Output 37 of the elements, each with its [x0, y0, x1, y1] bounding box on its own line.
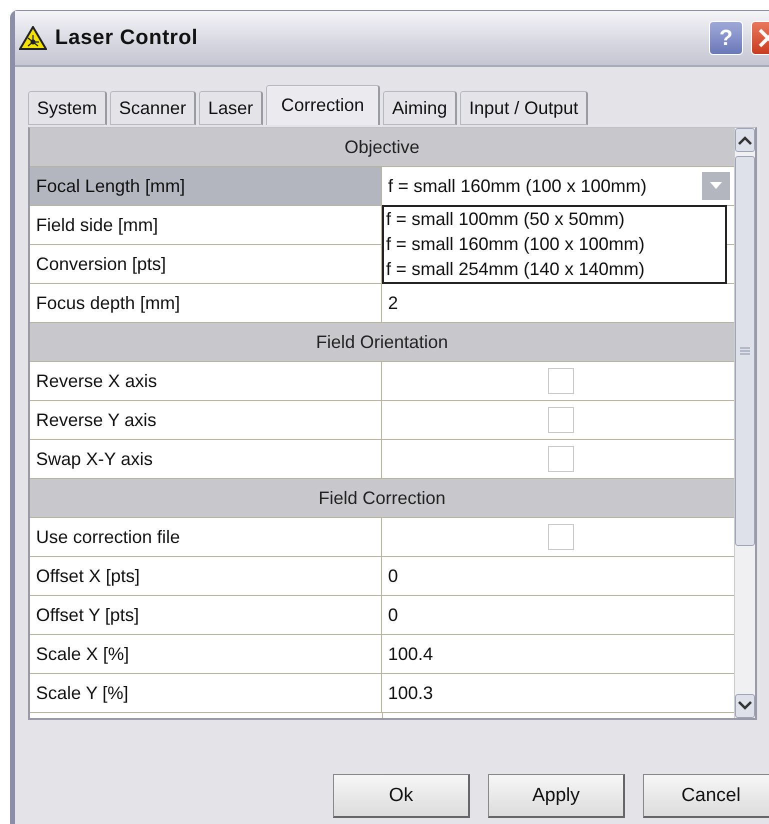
- checkbox[interactable]: [548, 407, 574, 433]
- tab[interactable]: Input / Output: [460, 91, 588, 125]
- property-label[interactable]: Focal Length [mm]: [30, 167, 382, 205]
- scrollbar[interactable]: [734, 128, 755, 718]
- dropdown-value: f = small 160mm (100 x 100mm): [388, 176, 647, 196]
- section-header: Objective: [30, 128, 734, 167]
- section-header: Field Orientation: [30, 323, 734, 362]
- cell-value[interactable]: 100.4: [388, 644, 434, 664]
- scroll-up-button[interactable]: [735, 128, 755, 152]
- dialog-button[interactable]: Ok: [333, 774, 470, 818]
- cell-value[interactable]: 0: [388, 604, 398, 626]
- chevron-up-icon: [738, 135, 752, 145]
- checkbox[interactable]: [548, 368, 574, 394]
- dialog-button[interactable]: Apply: [488, 774, 625, 818]
- cell-value[interactable]: 2: [388, 292, 398, 314]
- dropdown-option[interactable]: f = small 160mm (100 x 100mm): [386, 232, 723, 257]
- tab[interactable]: Scanner: [110, 91, 196, 125]
- tab[interactable]: Laser: [199, 91, 264, 125]
- caret-down-icon: [710, 182, 722, 190]
- tab[interactable]: System: [28, 91, 108, 125]
- checkbox[interactable]: [548, 524, 574, 550]
- dropdown-option[interactable]: f = small 100mm (50 x 50mm): [386, 207, 723, 232]
- cell-value[interactable]: 0: [388, 566, 398, 586]
- tab[interactable]: Correction: [266, 85, 380, 125]
- tab[interactable]: Aiming: [383, 91, 458, 125]
- grip-icon: [740, 347, 750, 355]
- scroll-thumb[interactable]: [735, 156, 755, 546]
- section-header: Field Correction: [30, 479, 734, 518]
- window-title: Laser Control: [55, 26, 200, 50]
- dialog-button[interactable]: Cancel: [643, 774, 769, 818]
- cell-value[interactable]: 100.3: [388, 682, 434, 704]
- dropdown-button[interactable]: [702, 172, 730, 200]
- dropdown-option[interactable]: f = small 254mm (140 x 140mm): [386, 257, 723, 282]
- scroll-down-button[interactable]: [735, 694, 755, 718]
- laser-warning-icon: [19, 26, 47, 50]
- chevron-down-icon: [738, 701, 752, 711]
- checkbox[interactable]: [548, 446, 574, 472]
